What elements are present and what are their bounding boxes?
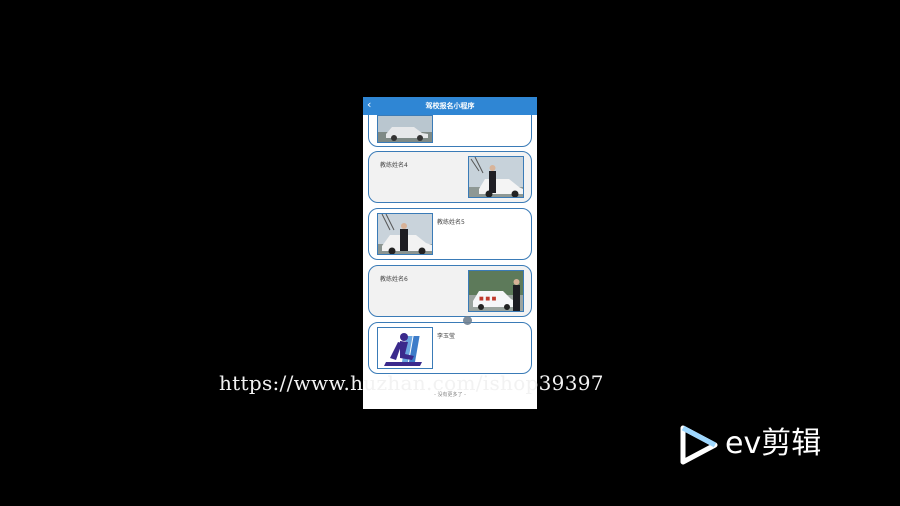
coach-name: 教练姓名5 bbox=[437, 219, 465, 226]
phone-screen: ‹ 驾校报名小程序 教练姓名4 教练姓名5 教练姓名6 ■ ■ ■ 李玉莹 - … bbox=[363, 97, 537, 409]
coach-card[interactable]: 教练姓名4 bbox=[368, 151, 532, 203]
watermark-url: https://www.huzhan.com/ishop39397 bbox=[219, 371, 604, 395]
editor-logo: ev剪辑 bbox=[680, 424, 855, 465]
coach-with-white-car-photo: ■ ■ ■ bbox=[468, 270, 524, 312]
coach-list[interactable]: 教练姓名4 教练姓名5 教练姓名6 ■ ■ ■ 李玉莹 - 没有更多了 - bbox=[363, 115, 537, 409]
driving-school-logo bbox=[377, 327, 433, 369]
coach-with-car-photo bbox=[377, 213, 433, 255]
coach-card[interactable] bbox=[368, 115, 532, 147]
coach-name: 教练姓名6 bbox=[380, 276, 408, 283]
editor-brand: ev剪辑 bbox=[725, 426, 822, 461]
coach-card[interactable]: 李玉莹 bbox=[368, 322, 532, 374]
coach-name: 教练姓名4 bbox=[380, 162, 408, 169]
navbar: ‹ 驾校报名小程序 bbox=[363, 97, 537, 115]
car-photo bbox=[377, 115, 433, 143]
svg-text:■ ■ ■: ■ ■ ■ bbox=[479, 296, 497, 302]
coach-card[interactable]: 教练姓名5 bbox=[368, 208, 532, 260]
touch-indicator bbox=[463, 316, 472, 325]
page-title: 驾校报名小程序 bbox=[425, 102, 475, 110]
coach-name: 李玉莹 bbox=[437, 333, 456, 340]
coach-with-car-photo bbox=[468, 156, 524, 198]
coach-card[interactable]: 教练姓名6 ■ ■ ■ bbox=[368, 265, 532, 317]
play-icon bbox=[680, 425, 718, 465]
